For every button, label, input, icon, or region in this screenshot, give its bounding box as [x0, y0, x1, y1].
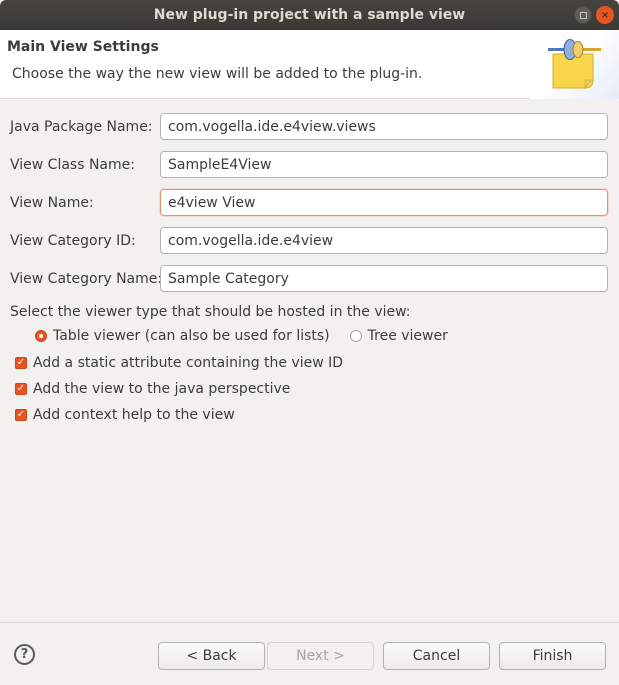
context-help-label[interactable]: Add context help to the view: [33, 407, 235, 423]
java-perspective-checkbox[interactable]: ✓: [15, 383, 27, 395]
view-category-id-input[interactable]: [160, 227, 608, 254]
maximize-button[interactable]: [574, 6, 592, 24]
view-category-name-label: View Category Name:: [10, 271, 163, 287]
static-attribute-option[interactable]: ✓ Add a static attribute containing the …: [15, 355, 343, 371]
help-icon: ?: [20, 647, 29, 662]
static-attribute-label[interactable]: Add a static attribute containing the vi…: [33, 355, 343, 371]
wizard-header: Main View Settings Choose the way the ne…: [0, 30, 619, 99]
context-help-option[interactable]: ✓ Add context help to the view: [15, 407, 235, 423]
view-name-row: View Name:: [0, 189, 619, 217]
view-class-row: View Class Name:: [0, 151, 619, 179]
java-perspective-label[interactable]: Add the view to the java perspective: [33, 381, 290, 397]
java-package-row: Java Package Name:: [0, 113, 619, 141]
view-category-id-row: View Category ID:: [0, 227, 619, 255]
page-title: Main View Settings: [7, 39, 159, 55]
table-viewer-label[interactable]: Table viewer (can also be used for lists…: [53, 328, 330, 344]
close-button[interactable]: ×: [596, 6, 614, 24]
plugin-view-wizard-icon: [548, 39, 601, 90]
tree-viewer-radio[interactable]: [349, 330, 362, 342]
finish-button[interactable]: Finish: [499, 642, 606, 670]
view-category-name-row: View Category Name:: [0, 265, 619, 293]
table-viewer-radio[interactable]: [35, 330, 47, 342]
maximize-icon: [579, 11, 587, 19]
context-help-checkbox[interactable]: ✓: [15, 409, 27, 421]
java-package-label: Java Package Name:: [10, 119, 153, 135]
view-category-name-input[interactable]: [160, 265, 608, 292]
java-perspective-option[interactable]: ✓ Add the view to the java perspective: [15, 381, 290, 397]
help-button[interactable]: ?: [14, 644, 35, 665]
cancel-button[interactable]: Cancel: [383, 642, 490, 670]
window-title: New plug-in project with a sample view: [153, 7, 466, 23]
static-attribute-checkbox[interactable]: ✓: [15, 357, 27, 369]
close-icon: ×: [600, 9, 610, 21]
view-category-id-label: View Category ID:: [10, 233, 136, 249]
page-description: Choose the way the new view will be adde…: [12, 66, 423, 82]
back-button[interactable]: < Back: [158, 642, 265, 670]
viewer-type-radio-group: Table viewer (can also be used for lists…: [35, 328, 448, 344]
window-controls: ×: [574, 6, 614, 24]
footer-divider: [0, 622, 619, 623]
view-name-input[interactable]: [160, 189, 608, 216]
tree-viewer-label[interactable]: Tree viewer: [368, 328, 448, 344]
java-package-input[interactable]: [160, 113, 608, 140]
view-class-label: View Class Name:: [10, 157, 135, 173]
next-button[interactable]: Next >: [267, 642, 374, 670]
window-titlebar: New plug-in project with a sample view ×: [0, 0, 619, 30]
view-class-input[interactable]: [160, 151, 608, 178]
viewer-type-label: Select the viewer type that should be ho…: [10, 304, 411, 320]
view-name-label: View Name:: [10, 195, 94, 211]
